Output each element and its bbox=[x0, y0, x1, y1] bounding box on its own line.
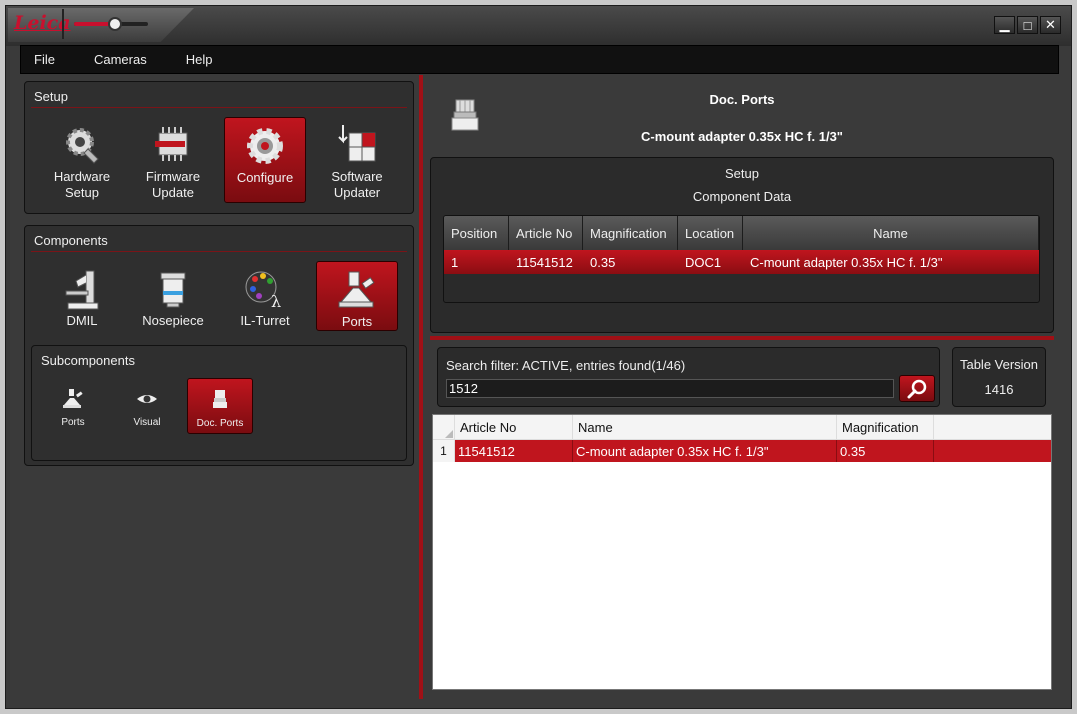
ports-button[interactable]: Ports bbox=[316, 261, 398, 331]
cell-location: DOC1 bbox=[685, 254, 722, 270]
il-turret-label: IL-Turret bbox=[240, 313, 290, 328]
cell-magnification: 0.35 bbox=[590, 254, 616, 270]
title-bar: Leica ▁ □ ✕ bbox=[6, 6, 1071, 46]
table-version-label: Table Version bbox=[959, 357, 1039, 372]
components-title: Components bbox=[34, 233, 108, 248]
results-col-magnification[interactable]: Magnification bbox=[837, 415, 934, 439]
sub-doc-ports-label: Doc. Ports bbox=[196, 418, 244, 429]
results-table: Article No Name Magnification 1 11541512… bbox=[432, 414, 1052, 690]
results-cell-filler bbox=[934, 440, 1051, 462]
table-row[interactable]: 1 11541512 0.35 DOC1 C-mount adapter 0.3… bbox=[444, 250, 1039, 274]
sub-ports-label: Ports bbox=[61, 417, 85, 428]
nosepiece-label: Nosepiece bbox=[142, 313, 204, 328]
menu-cameras[interactable]: Cameras bbox=[94, 52, 147, 67]
firmware-update-label-2: Update bbox=[152, 185, 194, 200]
sub-doc-ports-button[interactable]: Doc. Ports bbox=[187, 378, 253, 434]
setup-title-underline bbox=[31, 107, 407, 108]
il-turret-icon: λ bbox=[243, 267, 287, 311]
component-data-table: Position Article No Magnification Locati… bbox=[443, 215, 1040, 303]
section-setup-label: Setup bbox=[725, 166, 759, 181]
col-article-no[interactable]: Article No bbox=[509, 216, 583, 250]
results-cell-name: C-mount adapter 0.35x HC f. 1/3" bbox=[573, 440, 837, 462]
results-corner bbox=[433, 415, 455, 439]
search-filter-label: Search filter: ACTIVE, entries found(1/4… bbox=[446, 358, 686, 373]
firmware-chip-icon bbox=[151, 123, 195, 167]
panel-splitter[interactable] bbox=[419, 75, 423, 699]
menu-help[interactable]: Help bbox=[186, 52, 213, 67]
il-turret-button[interactable]: λ IL-Turret bbox=[224, 261, 306, 331]
logo-separator bbox=[62, 9, 64, 39]
eye-icon bbox=[135, 387, 159, 411]
detail-title: Doc. Ports bbox=[709, 92, 775, 107]
subcomponents-title: Subcomponents bbox=[41, 353, 135, 368]
software-updater-label-1: Software bbox=[331, 169, 383, 184]
hardware-setup-label-1: Hardware bbox=[53, 169, 111, 184]
svg-text:λ: λ bbox=[271, 292, 281, 311]
results-col-name[interactable]: Name bbox=[573, 415, 837, 439]
results-table-header: Article No Name Magnification bbox=[433, 415, 1051, 440]
ports-label: Ports bbox=[341, 314, 373, 329]
software-updater-label-2: Updater bbox=[333, 185, 381, 200]
doc-port-small-icon bbox=[208, 388, 232, 412]
cell-article-no: 11541512 bbox=[516, 254, 573, 270]
configure-label: Configure bbox=[236, 170, 294, 185]
search-button[interactable] bbox=[899, 375, 935, 402]
setup-title: Setup bbox=[34, 89, 68, 104]
hardware-setup-button[interactable]: Hardware Setup bbox=[41, 117, 123, 203]
subcomponents-group: Subcomponents Ports Visual Doc. Ports bbox=[31, 345, 407, 461]
section-component-data-label: Component Data bbox=[692, 189, 792, 204]
nosepiece-icon bbox=[151, 267, 195, 311]
ports-small-icon bbox=[61, 387, 85, 411]
zoom-slider[interactable] bbox=[74, 17, 148, 31]
col-position[interactable]: Position bbox=[444, 216, 509, 250]
menu-file[interactable]: File bbox=[34, 52, 55, 67]
maximize-button[interactable]: □ bbox=[1017, 16, 1038, 34]
firmware-update-button[interactable]: Firmware Update bbox=[132, 117, 214, 203]
results-cell-magnification: 0.35 bbox=[837, 440, 934, 462]
software-updater-icon bbox=[335, 123, 379, 167]
results-col-article-no[interactable]: Article No bbox=[455, 415, 573, 439]
menu-bar: File Cameras Help bbox=[20, 45, 1059, 74]
cell-name: C-mount adapter 0.35x HC f. 1/3" bbox=[750, 254, 943, 270]
zoom-slider-knob[interactable] bbox=[107, 17, 122, 31]
gear-icon bbox=[243, 124, 287, 168]
table-version-value: 1416 bbox=[984, 382, 1014, 397]
table-row[interactable]: 1 11541512 C-mount adapter 0.35x HC f. 1… bbox=[433, 440, 1051, 462]
sub-visual-button[interactable]: Visual bbox=[114, 378, 180, 434]
component-table-header: Position Article No Magnification Locati… bbox=[444, 216, 1039, 250]
configure-button[interactable]: Configure bbox=[224, 117, 306, 203]
close-button[interactable]: ✕ bbox=[1040, 16, 1061, 34]
nosepiece-button[interactable]: Nosepiece bbox=[132, 261, 214, 331]
search-input[interactable] bbox=[446, 379, 894, 398]
dmil-label: DMIL bbox=[66, 313, 98, 328]
window-controls: ▁ □ ✕ bbox=[994, 16, 1061, 34]
minimize-button[interactable]: ▁ bbox=[994, 16, 1015, 34]
section-divider bbox=[430, 336, 1054, 340]
software-updater-button[interactable]: Software Updater bbox=[316, 117, 398, 203]
sub-ports-button[interactable]: Ports bbox=[40, 378, 106, 434]
firmware-update-label-1: Firmware bbox=[145, 169, 201, 184]
dmil-button[interactable]: DMIL bbox=[41, 261, 123, 331]
ports-icon bbox=[335, 268, 379, 312]
results-cell-article-no: 11541512 bbox=[455, 440, 573, 462]
table-version-panel: Table Version 1416 bbox=[952, 347, 1046, 407]
components-group: Components DMIL Nosepiece λ IL-Turret Po… bbox=[24, 225, 414, 466]
search-icon bbox=[907, 379, 927, 398]
setup-group: Setup Hardware Setup Firmware Update Confi… bbox=[24, 81, 414, 214]
col-magnification[interactable]: Magnification bbox=[583, 216, 678, 250]
col-location[interactable]: Location bbox=[678, 216, 743, 250]
sub-visual-label: Visual bbox=[133, 417, 161, 428]
row-index[interactable]: 1 bbox=[433, 440, 455, 462]
col-name[interactable]: Name bbox=[743, 216, 1039, 250]
cell-position: 1 bbox=[451, 254, 459, 270]
components-title-underline bbox=[31, 251, 407, 252]
microscope-icon bbox=[60, 267, 104, 311]
detail-subtitle: C-mount adapter 0.35x HC f. 1/3" bbox=[641, 129, 843, 144]
hardware-setup-label-2: Setup bbox=[65, 185, 99, 200]
search-panel: Search filter: ACTIVE, entries found(1/4… bbox=[437, 347, 940, 407]
hardware-setup-icon bbox=[60, 123, 104, 167]
